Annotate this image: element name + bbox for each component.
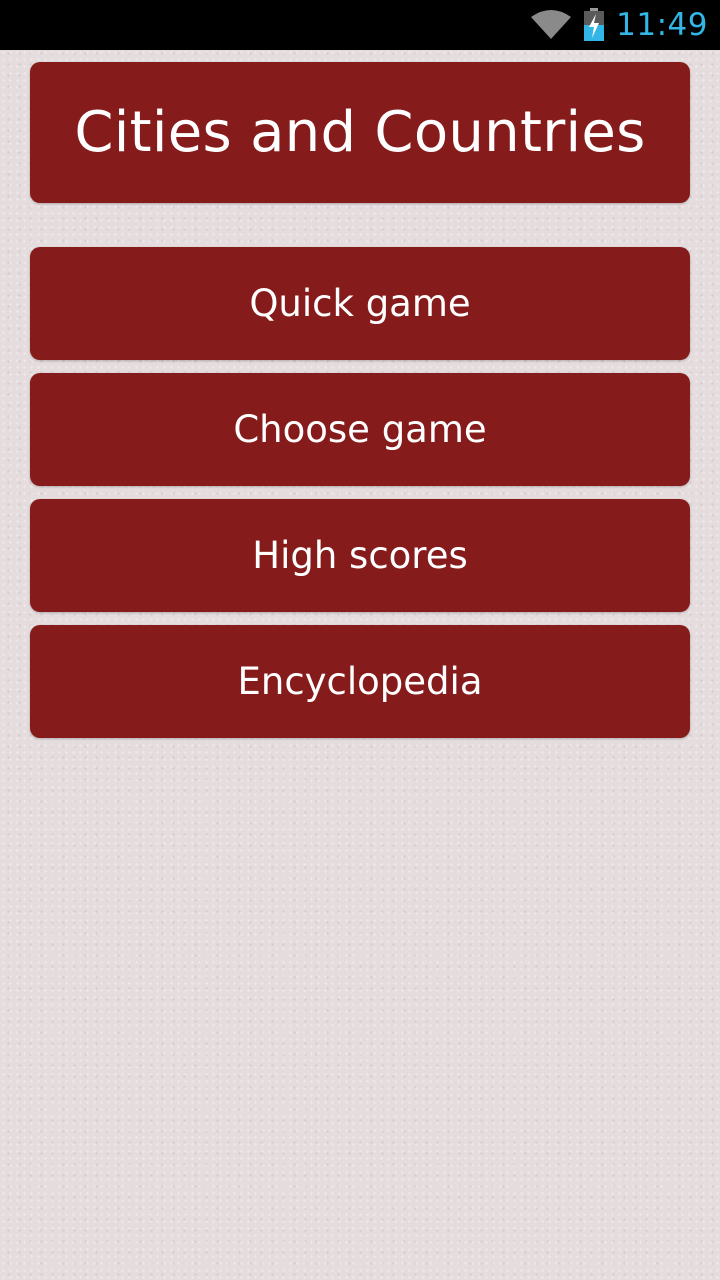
title-banner: Cities and Countries xyxy=(30,62,690,203)
status-clock: 11:49 xyxy=(616,7,708,43)
main-menu: Quick game Choose game High scores Encyc… xyxy=(30,247,690,738)
encyclopedia-button[interactable]: Encyclopedia xyxy=(30,625,690,738)
choose-game-button[interactable]: Choose game xyxy=(30,373,690,486)
main-content: Cities and Countries Quick game Choose g… xyxy=(30,62,690,738)
battery-charging-icon xyxy=(582,8,606,42)
status-icons: 11:49 xyxy=(530,0,708,50)
quick-game-button[interactable]: Quick game xyxy=(30,247,690,360)
status-bar: 11:49 xyxy=(0,0,720,50)
wifi-icon xyxy=(530,9,572,41)
app-title: Cities and Countries xyxy=(74,100,646,165)
high-scores-button[interactable]: High scores xyxy=(30,499,690,612)
